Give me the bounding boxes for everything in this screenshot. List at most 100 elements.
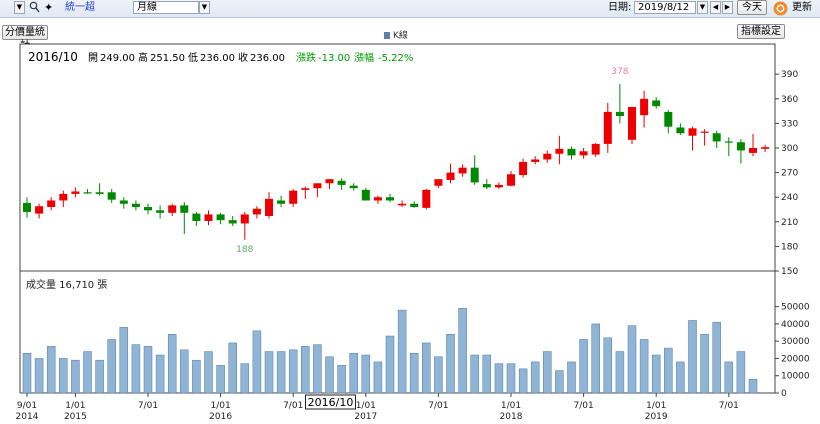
volume-bar xyxy=(543,351,552,394)
info-close: 236.00 xyxy=(250,53,285,64)
low-annotation: 188 xyxy=(236,245,253,255)
x-tick-label: 9/01 xyxy=(17,401,37,411)
candle-body xyxy=(95,192,104,194)
price-panel-frame xyxy=(19,43,776,272)
candle-body xyxy=(410,203,419,208)
candle-body xyxy=(168,205,177,213)
price-y-tick-label: 240 xyxy=(781,193,798,203)
volume-bar xyxy=(180,349,189,394)
volume-y-tick-label: 0 xyxy=(781,389,787,399)
candle-body xyxy=(615,111,624,117)
volume-bar xyxy=(736,351,746,394)
candle-body xyxy=(349,185,358,189)
volume-bar xyxy=(276,351,286,394)
candle-body xyxy=(507,174,515,186)
volume-y-tick-label: 30000 xyxy=(781,337,810,347)
volume-bar xyxy=(22,353,32,394)
candle-body xyxy=(35,206,44,214)
candle-body xyxy=(216,214,225,221)
candle-body xyxy=(23,202,31,212)
info-open: 249.00 xyxy=(100,53,135,64)
volume-bar xyxy=(204,351,213,394)
x-tick-label: 1/01 xyxy=(65,401,85,411)
candle-body xyxy=(83,192,92,194)
info-period: 2016/10 xyxy=(28,50,78,64)
volume-bar xyxy=(494,363,504,394)
candle-body xyxy=(446,172,455,180)
candle-body xyxy=(422,189,431,208)
volume-bar xyxy=(216,365,225,394)
candle-body xyxy=(603,111,612,144)
volume-bar xyxy=(397,309,407,394)
volume-bar xyxy=(409,353,419,394)
volume-bar xyxy=(748,378,758,394)
volume-bar xyxy=(34,358,44,394)
candle-body xyxy=(144,207,152,211)
x-tick-year-label: 2017 xyxy=(354,412,377,422)
volume-bar xyxy=(664,347,673,394)
candle-body xyxy=(736,142,745,151)
volume-bar xyxy=(555,370,564,394)
volume-bar xyxy=(325,356,334,394)
volume-bar xyxy=(131,344,141,394)
price-y-tick-label: 360 xyxy=(781,95,798,105)
volume-bar xyxy=(446,334,455,394)
volume-bar xyxy=(627,325,637,394)
volume-label: 成交量 16,710 張 xyxy=(26,278,107,291)
candle-body xyxy=(749,148,757,153)
price-y-tick-label: 330 xyxy=(781,119,798,129)
candle-body xyxy=(664,111,673,127)
candle-body xyxy=(652,100,661,107)
volume-bar xyxy=(579,339,588,394)
volume-bar xyxy=(240,363,250,394)
info-high-label: 高 xyxy=(138,51,148,64)
x-tick-label: 7/01 xyxy=(138,401,158,411)
x-tick-label: 1/01 xyxy=(356,401,376,411)
candlestick-chart: 2016/10 開 249.00 高 251.50 低 236.00 收 236… xyxy=(16,43,810,422)
volume-bar xyxy=(434,356,443,394)
candle-body xyxy=(325,179,334,184)
volume-bar xyxy=(361,354,371,394)
volume-bar xyxy=(603,337,613,394)
candle-body xyxy=(543,153,552,160)
candle-body xyxy=(107,192,116,200)
candle-body xyxy=(373,197,382,201)
candle-body xyxy=(458,167,467,174)
volume-bar xyxy=(724,361,734,394)
candle-body xyxy=(59,193,68,201)
volume-bar xyxy=(506,363,516,394)
info-low-label: 低 xyxy=(188,51,198,64)
volume-bar xyxy=(530,361,540,394)
candle-body xyxy=(228,220,237,224)
volume-bar xyxy=(337,365,346,394)
candle-body xyxy=(192,213,201,221)
candle-body xyxy=(289,190,298,204)
x-tick-label: 7/01 xyxy=(283,401,303,411)
candle-body xyxy=(313,183,322,189)
candle-body xyxy=(337,180,346,185)
info-change-label: 漲跌 xyxy=(296,51,316,64)
volume-bar xyxy=(422,342,431,394)
volume-bar xyxy=(119,327,129,394)
candle-body xyxy=(156,210,165,213)
volume-bar xyxy=(639,339,649,394)
candle-body xyxy=(761,147,770,149)
candle-body xyxy=(361,189,370,201)
volume-bar xyxy=(95,359,104,394)
volume-bar xyxy=(385,335,395,394)
candle-body xyxy=(277,200,286,204)
volume-bar xyxy=(143,346,153,394)
candle-body xyxy=(71,191,80,194)
volume-bar xyxy=(264,351,274,394)
x-tick-label: 1/01 xyxy=(210,401,230,411)
volume-y-tick-label: 50000 xyxy=(781,303,810,313)
volume-bar xyxy=(288,349,298,394)
volume-bar xyxy=(712,321,721,394)
candle-body xyxy=(676,127,685,134)
volume-bar xyxy=(167,334,177,394)
candle-body xyxy=(688,128,697,136)
candle-body xyxy=(119,200,128,204)
candle-body xyxy=(640,98,649,116)
volume-bar xyxy=(252,330,262,394)
x-tick-label: 7/01 xyxy=(573,401,593,411)
